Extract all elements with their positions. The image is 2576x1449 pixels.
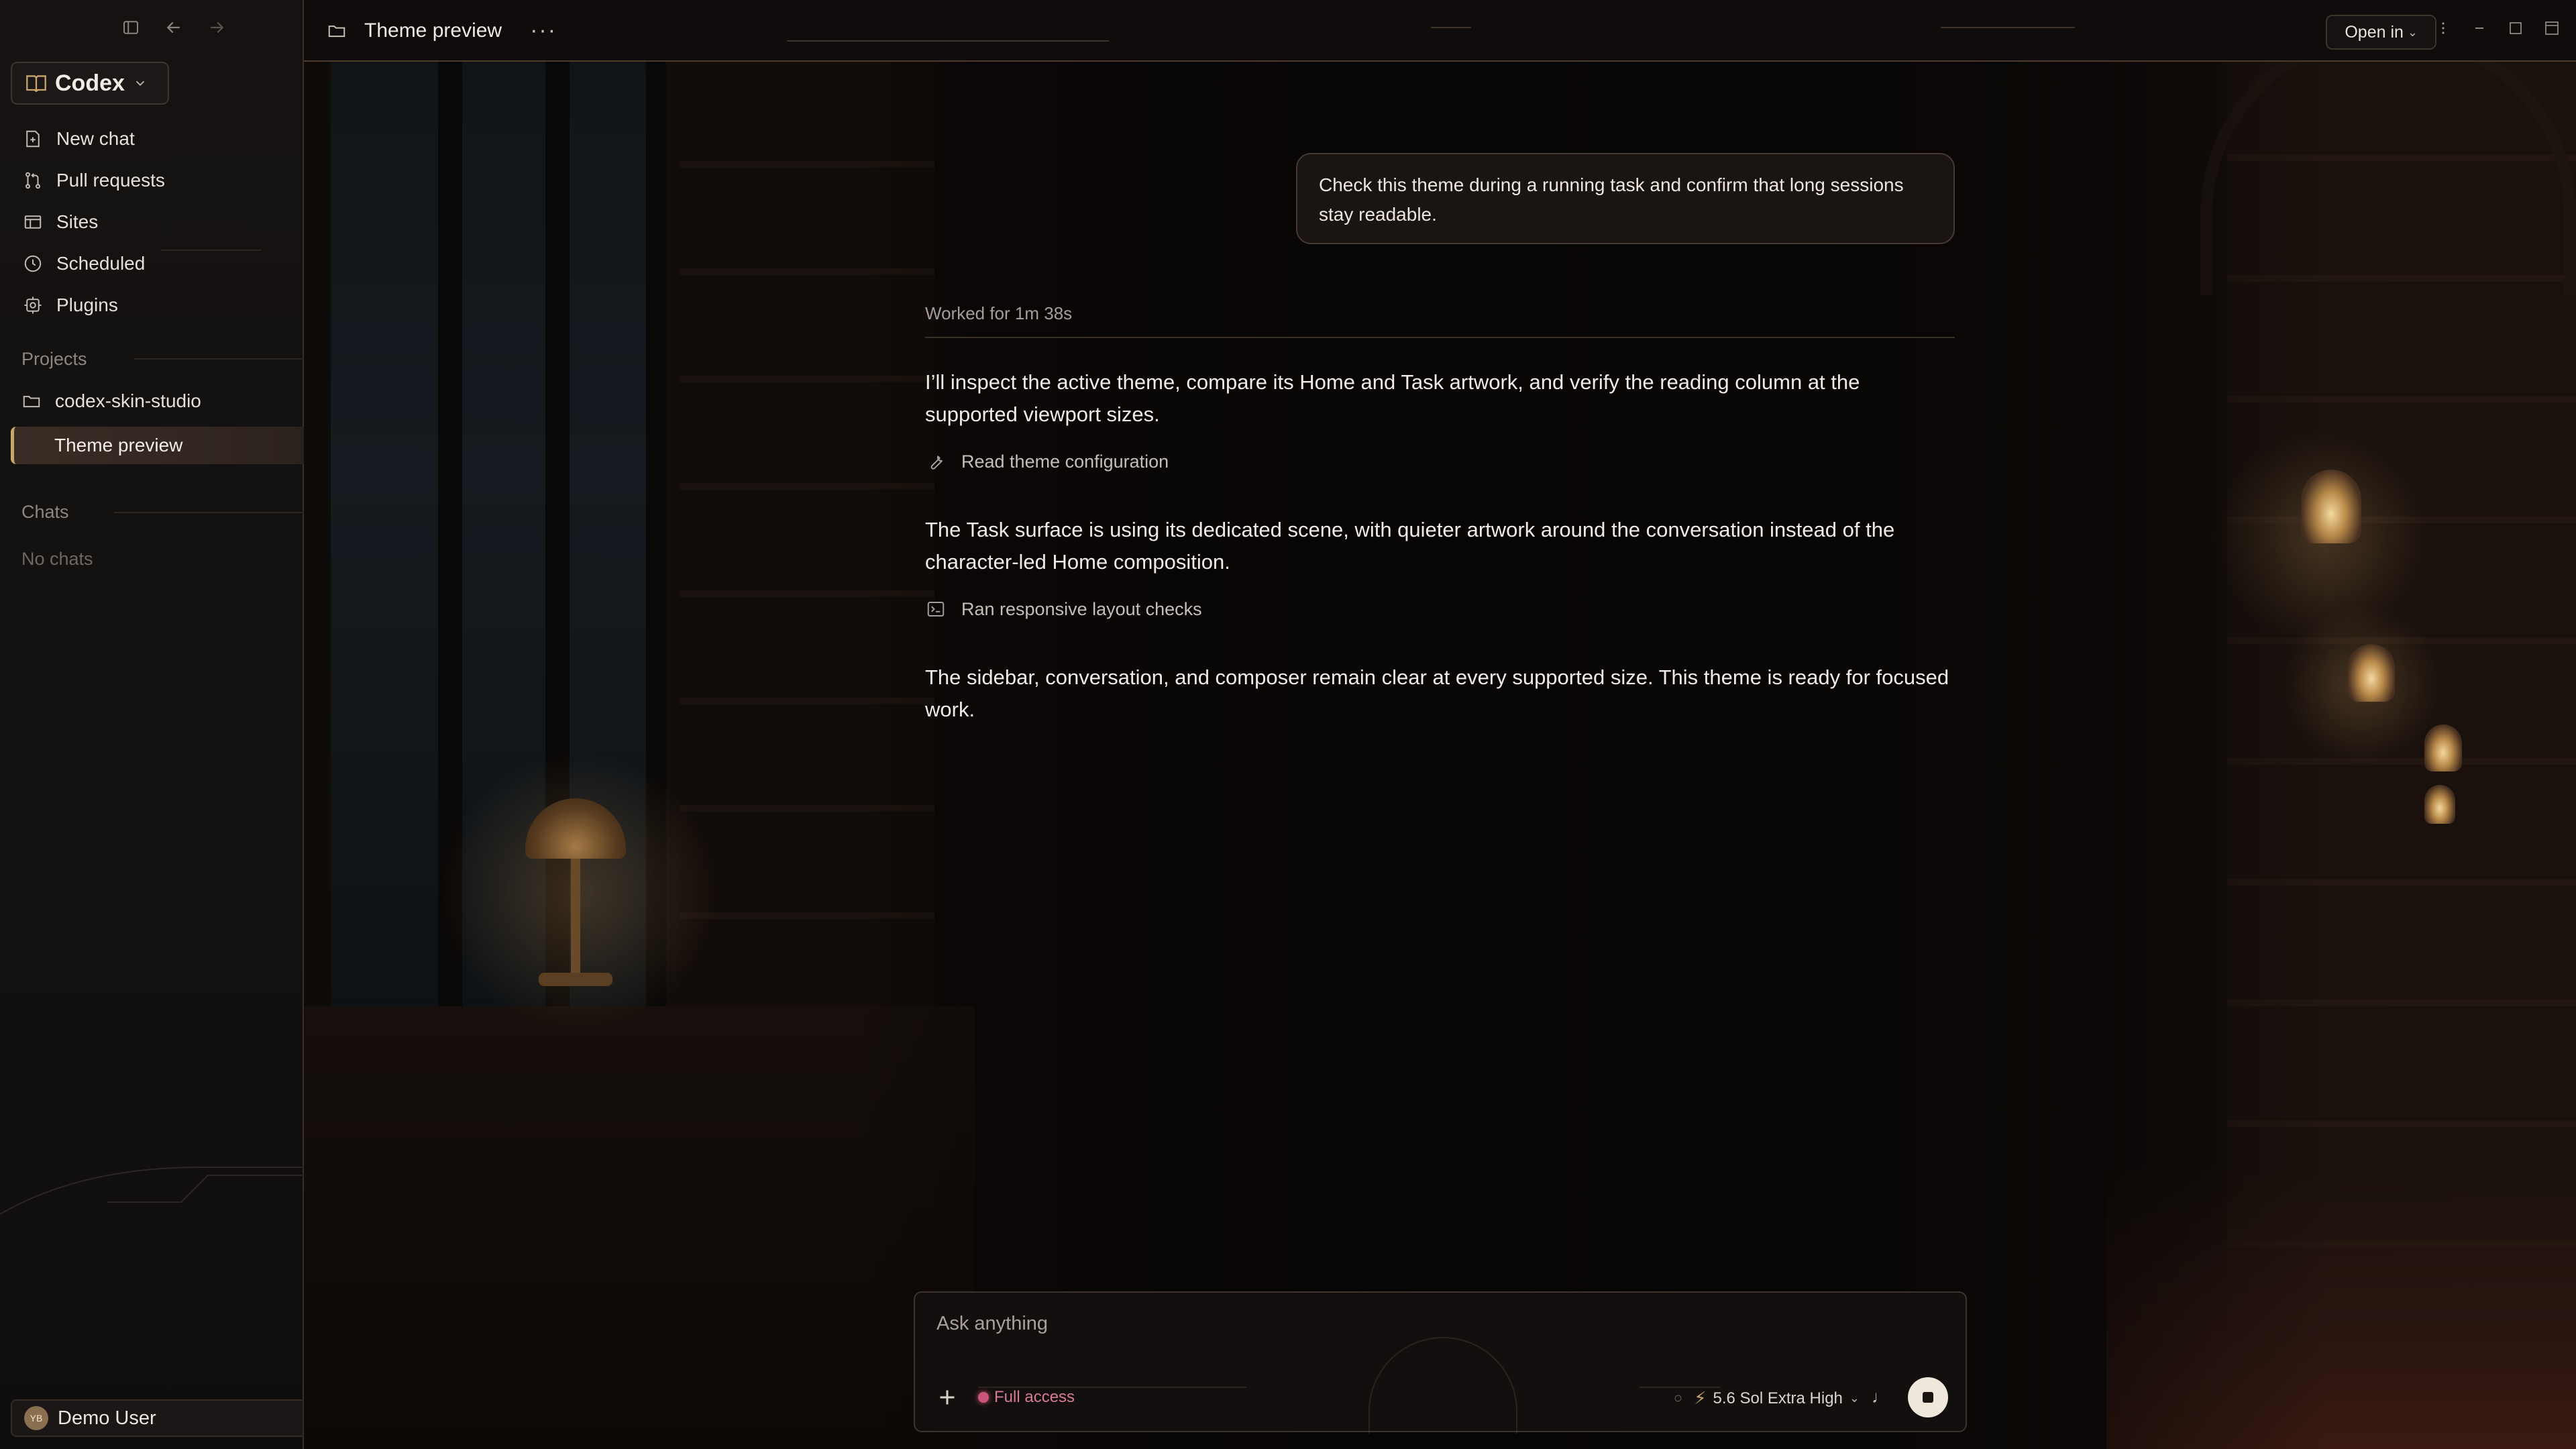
model-label: 5.6 Sol Extra High	[1713, 1389, 1843, 1407]
project-label: codex-skin-studio	[55, 390, 201, 411]
sidebar-item-new-chat[interactable]: New chat	[0, 118, 304, 160]
user-name: Demo User	[58, 1407, 156, 1429]
app-window: Theme preview ··· Open in ⌄ Codex New ch…	[0, 0, 2576, 1449]
assistant-paragraph: The Task surface is using its dedicated …	[925, 518, 1895, 574]
sidebar-item-label: New chat	[56, 128, 135, 149]
folder-icon	[327, 21, 347, 41]
arrow-right-icon[interactable]	[207, 17, 227, 38]
worked-for-label[interactable]: Worked for 1m 38s	[925, 303, 1072, 324]
topbar-decoration	[1941, 27, 2075, 28]
sidebar-divider	[114, 512, 304, 513]
scene-lantern	[2424, 724, 2462, 771]
sidebar-item-theme-preview[interactable]: Theme preview	[11, 427, 304, 464]
maximize-icon[interactable]	[2508, 20, 2524, 36]
window-controls	[2435, 20, 2560, 36]
worked-divider	[925, 337, 1955, 338]
minimize-icon[interactable]	[2471, 20, 2487, 36]
tool-call-layout-checks[interactable]: Ran responsive layout checks	[925, 598, 1202, 620]
pull-request-icon	[23, 170, 43, 191]
sidebar-divider	[134, 358, 304, 360]
page-title: Theme preview	[364, 19, 502, 42]
chevron-down-icon	[133, 76, 148, 91]
stop-button[interactable]	[1908, 1377, 1948, 1417]
topbar-decoration	[1431, 27, 1471, 28]
sidebar-item-pull-requests[interactable]: Pull requests	[0, 160, 304, 201]
sidebar-top-icons	[121, 17, 227, 38]
open-in-button[interactable]: Open in ⌄	[2326, 15, 2436, 50]
access-mode-label: Full access	[994, 1388, 1075, 1406]
user-message-bubble: Check this theme during a running task a…	[1296, 153, 1955, 244]
stop-icon	[1923, 1392, 1933, 1403]
model-selector[interactable]: ⚡ 5.6 Sol Extra High ⌄	[1694, 1388, 1860, 1409]
assistant-paragraph: I’ll inspect the active theme, compare i…	[925, 370, 1860, 426]
chevron-down-icon: ⌄	[2407, 25, 2418, 39]
no-chats-text: No chats	[21, 549, 93, 569]
sidebar-item-plugins[interactable]: Plugins	[0, 284, 304, 326]
composer[interactable]: Ask anything Full access ○ ⚡ 5.6 Sol Ext…	[914, 1291, 1967, 1434]
topbar-title-group: Theme preview ···	[327, 17, 557, 44]
open-in-label: Open in	[2345, 22, 2404, 42]
tool-call-label: Read theme configuration	[961, 451, 1169, 472]
user-profile-button[interactable]: YB Demo User	[11, 1399, 304, 1437]
scene-lantern	[2348, 644, 2395, 702]
folder-icon	[21, 391, 42, 411]
sidebar-item-label: Sites	[56, 211, 99, 232]
clock-icon	[23, 254, 43, 274]
context-ring-icon[interactable]: ○	[1674, 1389, 1682, 1407]
assistant-paragraph: The sidebar, conversation, and composer …	[925, 665, 1949, 721]
chevron-down-icon: ⌄	[1849, 1391, 1860, 1405]
sidebar-toggle-icon[interactable]	[121, 17, 141, 38]
terminal-icon	[925, 598, 947, 620]
active-item-label: Theme preview	[54, 435, 183, 455]
scene-lamp-base	[539, 973, 612, 986]
sidebar-item-label: Pull requests	[56, 170, 165, 191]
plus-icon[interactable]	[935, 1385, 959, 1409]
access-mode-button[interactable]: Full access	[978, 1388, 1075, 1407]
app-name: Codex	[55, 70, 125, 96]
scene-lantern	[2424, 785, 2455, 824]
kebab-menu-icon[interactable]	[2435, 20, 2451, 36]
wrench-icon	[925, 451, 947, 472]
composer-decoration	[1368, 1337, 1517, 1434]
access-status-dot	[978, 1392, 989, 1403]
sidebar-item-label: Plugins	[56, 294, 118, 315]
projects-heading: Projects	[21, 349, 87, 369]
tool-call-read-config[interactable]: Read theme configuration	[925, 451, 1169, 472]
microphone-icon[interactable]: ♩	[1872, 1387, 1889, 1407]
sidebar-item-label: Scheduled	[56, 253, 146, 274]
chats-heading: Chats	[21, 502, 69, 522]
codex-logo-icon	[25, 74, 47, 93]
plugin-icon	[23, 295, 43, 315]
composer-input[interactable]: Ask anything	[936, 1313, 1048, 1335]
top-bar: Theme preview ··· Open in ⌄	[304, 0, 2576, 62]
more-options-button[interactable]: ···	[530, 17, 557, 44]
lightning-icon: ⚡	[1694, 1388, 1707, 1408]
scene-lamp-stem	[571, 859, 580, 979]
avatar: YB	[24, 1406, 48, 1430]
sidebar-decoration	[0, 1167, 304, 1215]
sidebar-item-sites[interactable]: Sites	[0, 201, 304, 243]
fullscreen-icon[interactable]	[2544, 20, 2560, 36]
project-item-codex-skin-studio[interactable]: codex-skin-studio	[0, 381, 304, 421]
topbar-decoration	[787, 40, 1109, 42]
new-chat-icon	[23, 129, 43, 149]
tool-call-label: Ran responsive layout checks	[961, 598, 1202, 619]
sidebar-nav: New chat Pull requests Sites Scheduled P…	[0, 118, 304, 326]
sites-icon	[23, 212, 43, 232]
sidebar-divider	[161, 250, 262, 251]
sidebar: Codex New chat Pull requests Sites Sched…	[0, 0, 304, 1449]
arrow-left-icon[interactable]	[164, 17, 184, 38]
workspace-switcher-button[interactable]: Codex	[11, 62, 169, 105]
